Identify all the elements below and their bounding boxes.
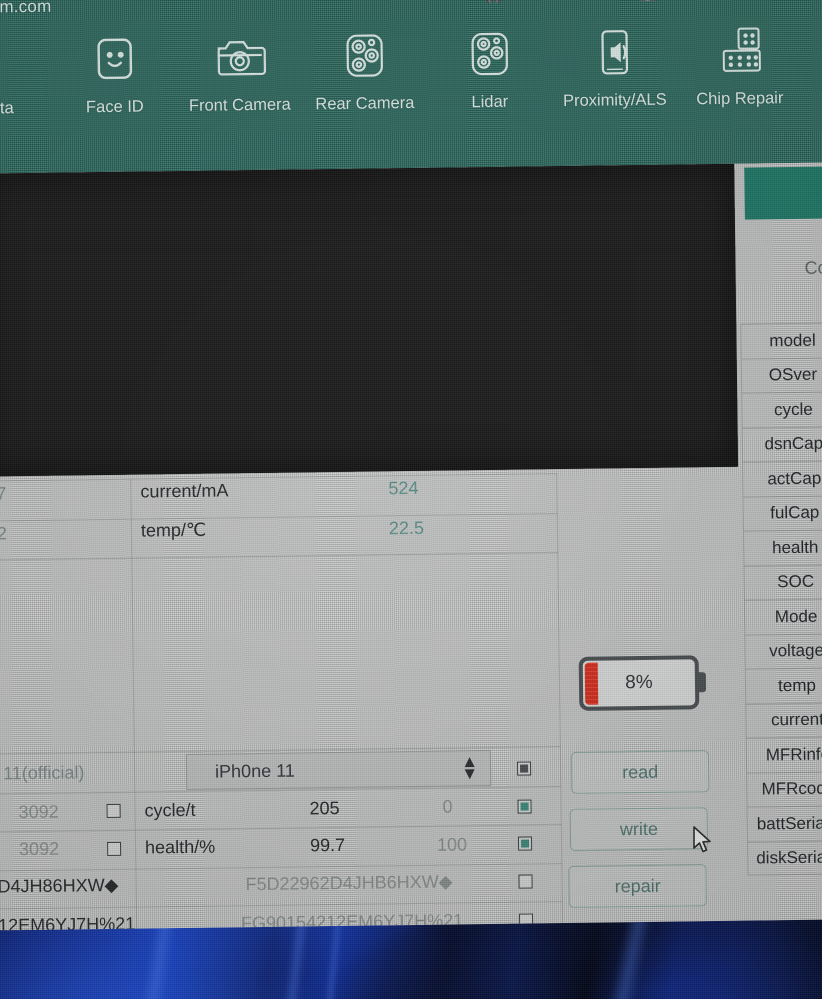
left-value-model: e 11(official) (0, 762, 85, 784)
info-row: current (745, 701, 822, 738)
mouse-cursor (692, 826, 714, 861)
battery-fill (584, 662, 599, 705)
grid-line (0, 513, 558, 522)
info-row: SOC (743, 563, 822, 600)
model-select[interactable]: iPh0ne 11 ▲ ▼ (185, 749, 492, 790)
field-label: current/mA (140, 480, 229, 502)
grid-line (0, 552, 559, 561)
url-text: eam.com (0, 0, 52, 17)
field-value: 524 (388, 477, 419, 499)
chip-repair-icon (711, 21, 768, 80)
lidar-icon (461, 25, 518, 84)
info-row: model (740, 322, 822, 359)
headphones-icon: 🎧 (484, 0, 503, 4)
field-value: 205 (309, 797, 340, 819)
toolbar-item-chip-repair[interactable]: Chip Repair (676, 21, 802, 110)
field-label: health/% (144, 836, 216, 858)
row-checkbox[interactable] (107, 841, 122, 857)
battery-cap (697, 672, 707, 693)
info-row: dsnCap (741, 425, 822, 462)
field-label: cycle/t (144, 799, 196, 821)
left-value: 07 (0, 483, 7, 504)
face-id-icon (86, 29, 143, 88)
model-select-value: iPh0ne 11 (214, 760, 295, 782)
right-info-panel: Con model OSver cycle dsnCap actCap fulC… (736, 162, 822, 908)
app-window: eam.com 🎧 n13811... 💽 Driver Installatio (0, 0, 822, 931)
toolbar-item-face-id[interactable]: Face ID (51, 29, 177, 118)
row-checkbox[interactable] (106, 803, 121, 819)
info-row: cycle (741, 391, 822, 428)
info-row: MFRinfo (745, 736, 822, 773)
top-toolbar: eam.com 🎧 n13811... 💽 Driver Installatio (0, 0, 822, 174)
toolbar-item-label: Lidar (471, 92, 509, 112)
toolbar-item-label: Chip Repair (696, 89, 784, 109)
info-row: fulCap (742, 494, 822, 531)
front-camera-icon (211, 28, 268, 87)
toolbar-item-rear-camera[interactable]: Rear Camera (301, 26, 427, 115)
screenshot-root: eam.com 🎧 n13811... 💽 Driver Installatio (0, 0, 822, 999)
info-row: health (742, 529, 822, 566)
toolbar-item-label: y Data (0, 99, 14, 118)
grid-line (0, 824, 562, 833)
grid-line (0, 863, 563, 872)
info-row: temp (744, 667, 822, 704)
info-row: battSerialN (746, 805, 822, 842)
toolbar-item-front-camera[interactable]: Front Camera (176, 27, 302, 116)
toolbar-item-battery-data[interactable]: y Data (0, 31, 53, 120)
battery-indicator: 8% (578, 655, 707, 711)
field-value: 22.5 (388, 517, 425, 539)
right-panel-rows: model OSver cycle dsnCap actCap fulCap h… (740, 322, 822, 876)
info-row: Mode (743, 598, 822, 635)
battery-data-icon (0, 31, 18, 90)
battery-percent-label: 8% (625, 671, 653, 694)
left-value: 2D4JH86HXW◆ (0, 874, 119, 897)
content-panel: Con model OSver cycle dsnCap actCap fulC… (0, 162, 822, 931)
info-row: OSver (740, 356, 822, 393)
grid-line (556, 473, 564, 931)
left-value: 3092 (18, 838, 60, 860)
right-panel-header (744, 166, 822, 220)
toolbar-item-label: Front Camera (188, 95, 291, 115)
grid-line (130, 478, 138, 931)
left-value: 3092 (18, 801, 59, 823)
field-value: F5D22962D4JHB6HXW◆ (245, 871, 453, 895)
grid-line (0, 901, 563, 910)
info-row: voltage (744, 632, 822, 669)
rear-camera-icon (336, 26, 393, 85)
row-indicator[interactable] (517, 836, 533, 851)
repair-button[interactable]: repair (568, 864, 707, 908)
toolbar-item-proximity-als[interactable]: Proximity/ALS (551, 23, 677, 112)
driver-icon: 💽 (638, 0, 657, 2)
model-row-indicator[interactable] (516, 761, 532, 776)
toolbar-item-label: Face ID (85, 97, 144, 117)
target-value: 100 (436, 834, 468, 855)
left-value: 92 (0, 523, 8, 544)
left-value: 212EM6YJ7H%21 (0, 913, 136, 931)
device-preview-box (0, 163, 739, 477)
field-value: 99.7 (309, 834, 346, 856)
field-label: temp/℃ (140, 519, 207, 541)
right-panel-title: Con (804, 257, 822, 278)
info-row: actCap (742, 460, 822, 497)
target-value: 0 (442, 796, 453, 817)
chevron-updown-icon[interactable]: ▲ ▼ (461, 752, 478, 783)
info-row: diskSerialN (747, 839, 822, 876)
toolbar-item-label: Proximity/ALS (562, 90, 667, 110)
toolbar-item-lidar[interactable]: Lidar (426, 24, 552, 113)
read-button[interactable]: read (570, 750, 710, 794)
row-indicator[interactable] (518, 874, 533, 889)
info-row: MFRcode (746, 770, 822, 807)
toolbar-items: y Data Face ID (0, 20, 822, 152)
write-button[interactable]: write (569, 807, 709, 851)
proximity-als-icon (586, 23, 643, 82)
toolbar-item-label: Rear Camera (315, 93, 415, 114)
row-indicator[interactable] (517, 799, 532, 814)
